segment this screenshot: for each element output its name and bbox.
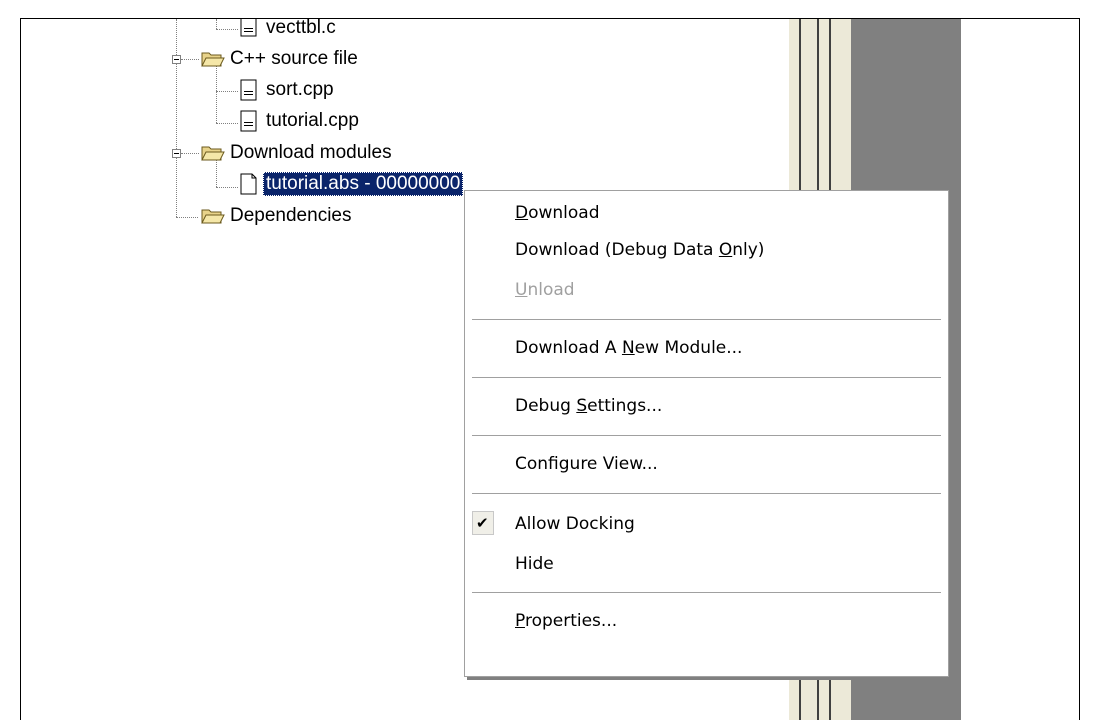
label-text: ownload (528, 203, 600, 223)
blank-file-icon (240, 173, 257, 195)
menu-separator (472, 493, 941, 495)
menu-item-debug-settings[interactable]: Debug Settings... (465, 388, 948, 424)
menu-item-allow-docking[interactable]: ✔ Allow Docking (465, 506, 948, 542)
tree-item-tutorial-abs[interactable]: tutorial.abs - 00000000 (21, 169, 541, 199)
tree-item-label: Dependencies (230, 205, 352, 226)
mnemonic: P (515, 611, 525, 631)
menu-item-unload: Unload (465, 272, 948, 308)
mnemonic: D (515, 203, 529, 223)
tree-item-label: Download modules (230, 142, 392, 163)
mnemonic: S (576, 396, 588, 416)
menu-item-configure-view[interactable]: Configure View... (465, 446, 948, 482)
tree-item-download-modules-folder[interactable]: Download modules (21, 138, 421, 168)
tree-item-label-selected: tutorial.abs - 00000000 (263, 172, 464, 196)
tree-item-dependencies-folder[interactable]: Dependencies (21, 201, 421, 231)
tree-item-sort-cpp[interactable]: sort.cpp (21, 75, 421, 105)
menu-item-label: Download (Debug Data Only) (515, 239, 764, 261)
menu-item-label: Download (515, 202, 600, 224)
tree-item-vecttbl[interactable]: vecttbl.c (21, 18, 421, 43)
label-text: nly) (732, 240, 765, 260)
collapse-toggle-icon[interactable] (172, 55, 181, 64)
label-text: roperties... (524, 611, 618, 631)
menu-item-hide[interactable]: Hide (465, 546, 948, 582)
source-file-icon (240, 79, 257, 101)
menu-separator (472, 435, 941, 437)
source-file-icon (240, 110, 257, 132)
collapse-toggle-icon[interactable] (172, 149, 181, 158)
menu-item-label: Unload (515, 279, 575, 301)
mnemonic: N (621, 338, 635, 358)
label-text: ettings... (587, 396, 663, 416)
menu-item-download-debug-data-only[interactable]: Download (Debug Data Only) (465, 232, 948, 268)
open-folder-icon (201, 209, 225, 224)
label-text: nload (527, 280, 575, 300)
menu-item-label: Hide (515, 554, 554, 574)
menu-separator (472, 319, 941, 321)
tree-item-label: sort.cpp (266, 79, 334, 100)
source-file-icon (240, 19, 257, 37)
tree-item-label: C++ source file (230, 48, 358, 69)
menu-item-download-new-module[interactable]: Download A New Module... (465, 330, 948, 366)
label-text: Download (Debug Data (515, 240, 719, 260)
menu-separator (472, 592, 941, 594)
label-text: Debug (515, 396, 577, 416)
tree-item-label: vecttbl.c (266, 18, 336, 38)
open-folder-icon (201, 146, 225, 161)
menu-item-label: Download A New Module... (515, 337, 742, 359)
tree-item-label: tutorial.cpp (266, 110, 359, 131)
checkmark-icon-box: ✔ (472, 511, 494, 535)
menu-item-properties[interactable]: Properties... (465, 603, 948, 639)
label-text: ew Module... (634, 338, 743, 358)
menu-item-label: Allow Docking (515, 514, 635, 534)
menu-item-label: Properties... (515, 610, 617, 632)
checkmark-icon: ✔ (476, 514, 489, 532)
mnemonic: O (718, 240, 733, 260)
workspace-window: vecttbl.c C++ source file sort.cpp tutor… (20, 18, 1080, 720)
tree-item-tutorial-cpp[interactable]: tutorial.cpp (21, 106, 421, 136)
open-folder-icon (201, 52, 225, 67)
menu-item-label: Debug Settings... (515, 395, 662, 417)
mnemonic: U (515, 280, 528, 300)
context-menu: Download Download (Debug Data Only) Unlo… (464, 190, 949, 677)
menu-item-download[interactable]: Download (465, 195, 948, 231)
tree-item-cpp-source-folder[interactable]: C++ source file (21, 44, 421, 74)
label-text: Download A (515, 338, 622, 358)
menu-item-label: Configure View... (515, 454, 658, 474)
menu-separator (472, 377, 941, 379)
